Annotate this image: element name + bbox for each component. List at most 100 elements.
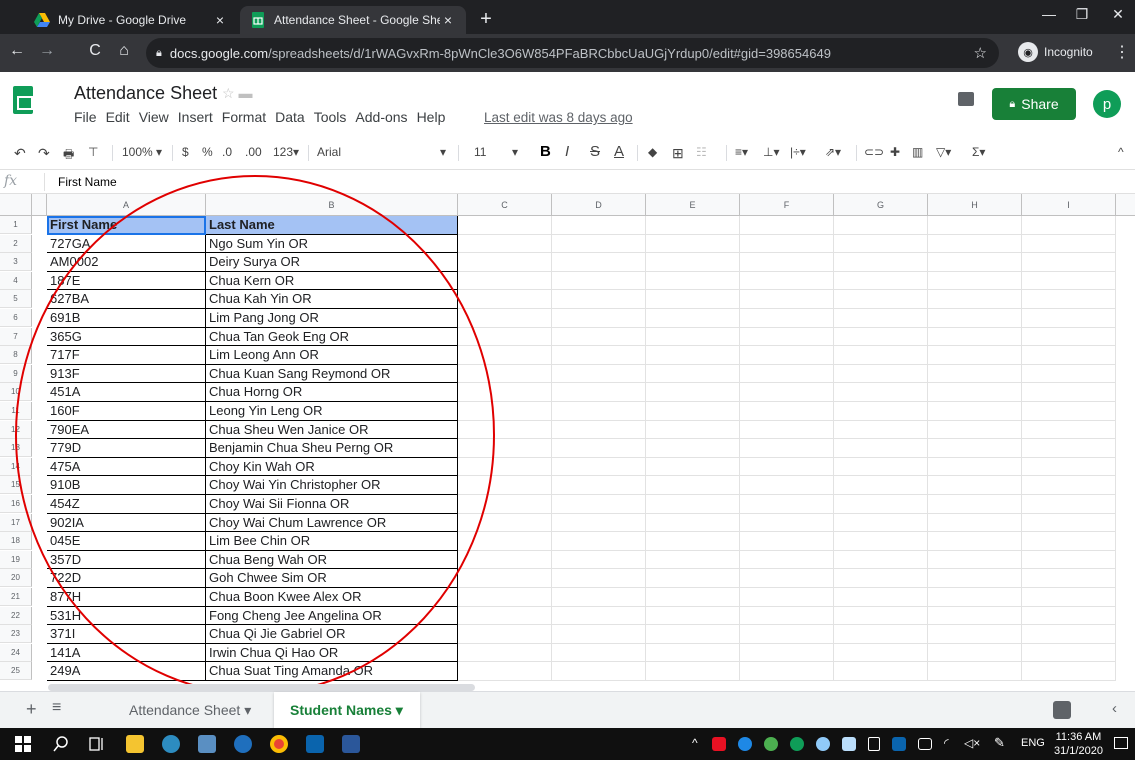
empty-cell[interactable]: [928, 402, 1022, 421]
last-name-cell[interactable]: Choy Wai Sii Fionna OR: [206, 495, 458, 514]
home-button[interactable]: ⌂: [113, 42, 135, 60]
row-header[interactable]: 21: [0, 588, 32, 606]
empty-cell[interactable]: [740, 271, 834, 291]
header-cell[interactable]: Last Name: [206, 216, 458, 235]
first-name-cell[interactable]: 365G: [47, 327, 206, 347]
empty-cell[interactable]: [834, 290, 928, 309]
last-name-cell[interactable]: Lim Pang Jong OR: [206, 309, 458, 328]
first-name-cell[interactable]: 141A: [47, 643, 206, 663]
row-header[interactable]: 7: [0, 327, 32, 346]
first-name-cell[interactable]: 249A: [47, 662, 206, 681]
empty-cell[interactable]: [928, 420, 1022, 440]
battery-icon[interactable]: [918, 738, 932, 750]
empty-cell[interactable]: [552, 569, 646, 588]
empty-cell[interactable]: [834, 457, 928, 477]
empty-cell[interactable]: [458, 271, 552, 291]
first-name-cell[interactable]: 357D: [47, 550, 206, 570]
last-edit-link[interactable]: Last edit was 8 days ago: [484, 110, 633, 125]
empty-cell[interactable]: [646, 588, 740, 607]
empty-cell[interactable]: [552, 327, 646, 347]
percent-format-button[interactable]: %: [202, 145, 213, 159]
empty-cell[interactable]: [458, 420, 552, 440]
tray-app-icon[interactable]: [816, 737, 830, 751]
empty-cell[interactable]: [928, 290, 1022, 309]
empty-cell[interactable]: [740, 327, 834, 347]
empty-cell[interactable]: [928, 532, 1022, 551]
empty-cell[interactable]: [1022, 234, 1116, 254]
empty-cell[interactable]: [928, 495, 1022, 514]
browser-tab-sheets[interactable]: Attendance Sheet - Google Shee ×: [240, 6, 466, 34]
strikethrough-button[interactable]: S: [590, 143, 600, 160]
empty-cell[interactable]: [646, 643, 740, 663]
menu-format[interactable]: Format: [222, 109, 266, 125]
empty-cell[interactable]: [552, 588, 646, 607]
empty-cell[interactable]: [1022, 588, 1116, 607]
empty-cell[interactable]: [834, 420, 928, 440]
empty-cell[interactable]: [1022, 327, 1116, 347]
horizontal-align-icon[interactable]: ≡▾: [735, 145, 748, 159]
language-indicator[interactable]: ENG: [1021, 737, 1045, 749]
empty-cell[interactable]: [1022, 271, 1116, 291]
empty-cell[interactable]: [1022, 532, 1116, 551]
vertical-align-icon[interactable]: ⊥▾: [763, 145, 779, 159]
close-tab-icon[interactable]: ×: [440, 12, 456, 28]
empty-cell[interactable]: [1022, 662, 1116, 681]
empty-cell[interactable]: [834, 532, 928, 551]
first-name-cell[interactable]: 779D: [47, 439, 206, 458]
row-header[interactable]: 2: [0, 234, 32, 253]
empty-cell[interactable]: [458, 606, 552, 626]
empty-cell[interactable]: [740, 383, 834, 402]
formula-input[interactable]: First Name: [58, 175, 117, 189]
empty-cell[interactable]: [1022, 625, 1116, 644]
column-header-d[interactable]: D: [552, 194, 646, 216]
empty-cell[interactable]: [552, 532, 646, 551]
empty-cell[interactable]: [552, 625, 646, 644]
empty-cell[interactable]: [740, 457, 834, 477]
print-icon[interactable]: 🖶: [63, 145, 74, 166]
empty-cell[interactable]: [1022, 513, 1116, 533]
empty-cell[interactable]: [646, 569, 740, 588]
empty-cell[interactable]: [458, 569, 552, 588]
chrome-icon[interactable]: [270, 735, 288, 753]
empty-cell[interactable]: [458, 625, 552, 644]
empty-cell[interactable]: [740, 234, 834, 254]
first-name-cell[interactable]: 160F: [47, 402, 206, 421]
empty-cell[interactable]: [646, 420, 740, 440]
empty-cell[interactable]: [646, 476, 740, 495]
column-header-i[interactable]: I: [1022, 194, 1116, 216]
last-name-cell[interactable]: Deiry Surya OR: [206, 253, 458, 272]
forward-button[interactable]: →: [36, 42, 58, 60]
empty-cell[interactable]: [646, 625, 740, 644]
empty-cell[interactable]: [1022, 364, 1116, 384]
notifications-icon[interactable]: [1114, 737, 1128, 749]
pen-icon[interactable]: ✎: [994, 735, 1005, 751]
row-header[interactable]: 17: [0, 513, 32, 532]
paint-format-icon[interactable]: ⊤: [88, 145, 98, 159]
empty-cell[interactable]: [928, 550, 1022, 570]
empty-cell[interactable]: [928, 513, 1022, 533]
font-size-select[interactable]: 11: [474, 145, 486, 159]
maximize-button[interactable]: ❐: [1067, 6, 1097, 23]
first-name-cell[interactable]: 371I: [47, 625, 206, 644]
search-icon[interactable]: [52, 735, 70, 753]
all-sheets-button[interactable]: ≡: [52, 699, 61, 717]
row-header[interactable]: 19: [0, 550, 32, 569]
last-name-cell[interactable]: Fong Cheng Jee Angelina OR: [206, 606, 458, 626]
row-header[interactable]: 13: [0, 439, 32, 458]
empty-cell[interactable]: [740, 420, 834, 440]
tray-app-icon[interactable]: [842, 737, 856, 751]
currency-format-button[interactable]: $: [182, 145, 189, 159]
empty-cell[interactable]: [740, 309, 834, 328]
spreadsheet-grid[interactable]: ABCDEFGHI 1 2 3 4 5 6 7 8 9 10 11 12 13 14 15 16 17 18 19 2…: [0, 194, 1135, 684]
column-header-f[interactable]: F: [740, 194, 834, 216]
comment-history-icon[interactable]: [958, 92, 974, 106]
insert-comment-icon[interactable]: ✚: [890, 145, 900, 159]
empty-cell[interactable]: [1022, 402, 1116, 421]
empty-cell[interactable]: [1022, 550, 1116, 570]
task-view-icon[interactable]: [88, 735, 106, 753]
row-header[interactable]: 9: [0, 364, 32, 383]
zoom-select[interactable]: 100%: [122, 145, 153, 159]
empty-cell[interactable]: [928, 662, 1022, 681]
star-and-folder-icon[interactable]: ☆ ▬: [222, 85, 252, 102]
close-window-button[interactable]: ✕: [1103, 6, 1133, 23]
